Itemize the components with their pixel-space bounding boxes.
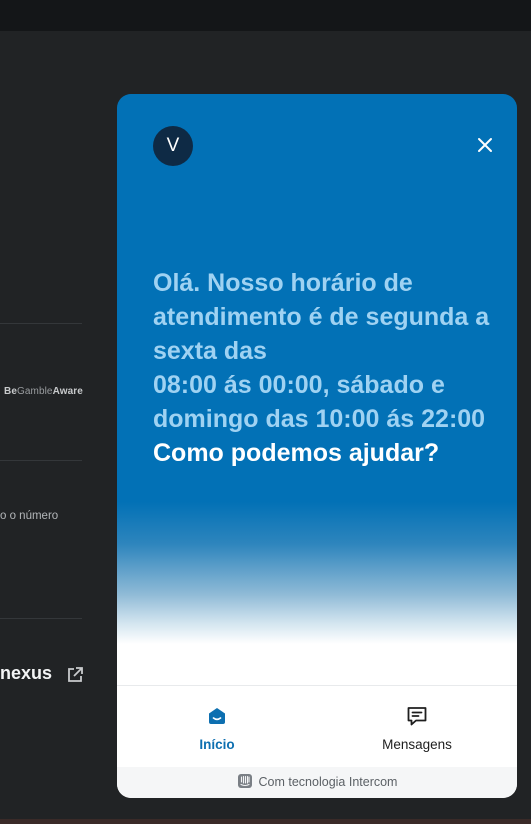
divider [0, 618, 82, 619]
tab-home-label: Início [199, 737, 235, 752]
browser-top-bar [0, 0, 531, 31]
tab-messages[interactable]: Mensagens [317, 686, 517, 768]
home-icon [209, 708, 225, 724]
begambleaware-logo[interactable]: BeGambleAware [4, 386, 83, 397]
nexus-link[interactable]: nexus [0, 663, 52, 684]
tab-home[interactable]: Início [117, 686, 317, 768]
bottom-edge [0, 819, 531, 824]
background-text: o o número [0, 510, 59, 522]
intercom-icon [237, 774, 252, 788]
close-icon[interactable] [474, 134, 496, 156]
help-prompt: Como podemos ajudar? [153, 439, 440, 467]
divider [0, 323, 82, 324]
greeting-text: Olá. Nosso horário de atendimento é de s… [153, 269, 490, 433]
messenger-widget: V Olá. Nosso horário de atendimento é de… [117, 94, 517, 798]
team-avatar: V [153, 126, 193, 166]
powered-by-footer[interactable]: Com tecnologia Intercom [117, 767, 517, 798]
tab-messages-label: Mensagens [382, 737, 452, 752]
greeting-heading: Olá. Nosso horário de atendimento é de s… [153, 266, 498, 470]
messages-icon [407, 707, 427, 726]
external-link-icon[interactable] [66, 666, 84, 684]
powered-by-text: Com tecnologia Intercom [258, 775, 398, 789]
messenger-nav: Início Mensagens [117, 685, 517, 768]
divider [0, 460, 82, 461]
